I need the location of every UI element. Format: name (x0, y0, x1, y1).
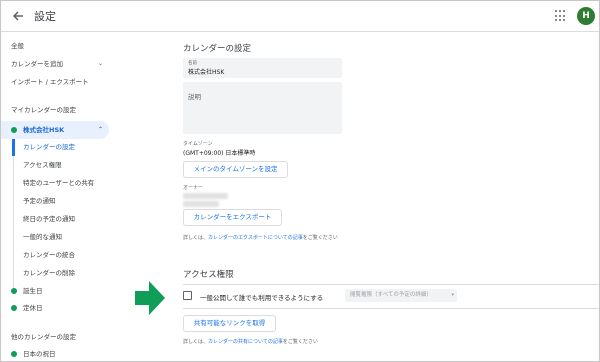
back-arrow-icon[interactable] (10, 8, 26, 24)
public-checkbox-label: 一般公開して誰でも利用できるようにする (200, 294, 324, 302)
timezone-label: タイムゾーン (183, 141, 213, 147)
dropdown-arrow-icon: ▾ (451, 292, 454, 298)
sidebar-item-birthdays[interactable]: 誕生日 (1, 282, 109, 300)
export-calendar-button[interactable]: カレンダーをエクスポート (183, 209, 282, 226)
field-placeholder: 説明 (188, 93, 201, 101)
sidebar-heading-other-calendars: 他のカレンダーの設定 (11, 333, 76, 341)
calendar-color-dot (11, 127, 17, 133)
annotation-arrow-icon (135, 281, 165, 315)
sidebar-item-holidays[interactable]: 定休日 (1, 299, 109, 317)
page-title: 設定 (34, 10, 56, 23)
get-shareable-link-button[interactable]: 共有可能なリンクを取得 (183, 315, 276, 332)
description-field[interactable]: 説明 (183, 82, 342, 134)
divider (183, 308, 599, 309)
sidebar-subitem-event-notifications[interactable]: 予定の通知 (1, 192, 109, 210)
export-help-text: 詳しくは、カレンダーのエクスポートについての記事をご覧ください (183, 235, 338, 241)
share-help-text: 詳しくは、カレンダーの共有についての記事をご覧ください (183, 339, 318, 345)
calendar-name-field[interactable]: 名前 株式会社HSK (183, 58, 342, 78)
sidebar-heading-my-calendars: マイカレンダーの設定 (11, 106, 76, 114)
calendar-color-dot (11, 288, 17, 294)
sidebar-subitem-access[interactable]: アクセス権限 (1, 156, 109, 174)
sidebar-subitem-calendar-settings[interactable]: カレンダーの設定 (1, 138, 109, 156)
export-help-link[interactable]: カレンダーのエクスポートについての記事 (208, 235, 303, 241)
divider (183, 284, 599, 285)
sidebar-subitem-share-users[interactable]: 特定のユーザーとの共有 (1, 174, 109, 192)
sidebar-item-label: 誕生日 (23, 287, 43, 295)
sidebar-item-label: カレンダーを追加 (11, 60, 63, 68)
avatar[interactable]: H (577, 7, 595, 25)
sidebar-item-add-calendar[interactable]: カレンダーを追加 ⌄ (1, 55, 109, 73)
field-label: 名前 (188, 61, 197, 66)
sidebar-subitem-general-notifications[interactable]: 一般的な通知 (1, 228, 109, 246)
sidebar-item-label: 日本の祝日 (23, 350, 56, 358)
sidebar-item-japan-holidays[interactable]: 日本の祝日 (1, 345, 109, 361)
calendar-color-dot (11, 305, 17, 311)
chevron-down-icon: ⌄ (97, 60, 103, 67)
select-value: 閲覧権限（すべての予定の詳細） (350, 292, 432, 298)
apps-grid-icon[interactable] (555, 10, 567, 22)
sidebar-item-general[interactable]: 全般 (1, 37, 109, 55)
owner-name-redacted (183, 193, 228, 199)
settings-main: カレンダーの設定 名前 株式会社HSK 説明 タイムゾーン (GMT+09:00… (181, 32, 599, 361)
calendar-color-dot (11, 351, 17, 357)
field-value: 株式会社HSK (188, 69, 225, 76)
share-help-link[interactable]: カレンダーの共有についての記事 (208, 339, 283, 345)
sidebar: 全般 カレンダーを追加 ⌄ インポート / エクスポート マイカレンダーの設定 … (1, 32, 121, 361)
owner-email-redacted (183, 201, 219, 207)
sidebar-item-import-export[interactable]: インポート / エクスポート (1, 73, 109, 91)
sidebar-subitem-remove[interactable]: カレンダーの削除 (1, 264, 109, 282)
chevron-up-icon: ⌃ (97, 126, 103, 133)
sidebar-item-active-calendar[interactable]: 株式会社HSK ⌃ (1, 121, 109, 139)
section-title-calendar-settings: カレンダーの設定 (183, 44, 252, 54)
sidebar-item-label: 株式会社HSK (23, 126, 65, 134)
app-header: 設定 H (1, 1, 599, 32)
sidebar-subitem-integrate[interactable]: カレンダーの統合 (1, 246, 109, 264)
timezone-value: (GMT+09:00) 日本標準時 (183, 150, 256, 157)
sidebar-item-label: 定休日 (23, 304, 43, 312)
sidebar-subitem-allday-notifications[interactable]: 終日の予定の通知 (1, 210, 109, 228)
public-checkbox[interactable] (183, 291, 192, 300)
set-main-timezone-button[interactable]: メインのタイムゾーンを設定 (183, 161, 288, 178)
visibility-select: 閲覧権限（すべての予定の詳細） ▾ (345, 289, 457, 302)
settings-window: 設定 H 全般 カレンダーを追加 ⌄ インポート / エクスポート マイカレンダ… (0, 0, 600, 362)
section-title-access: アクセス権限 (183, 270, 234, 280)
owner-label: オーナー (183, 185, 204, 191)
